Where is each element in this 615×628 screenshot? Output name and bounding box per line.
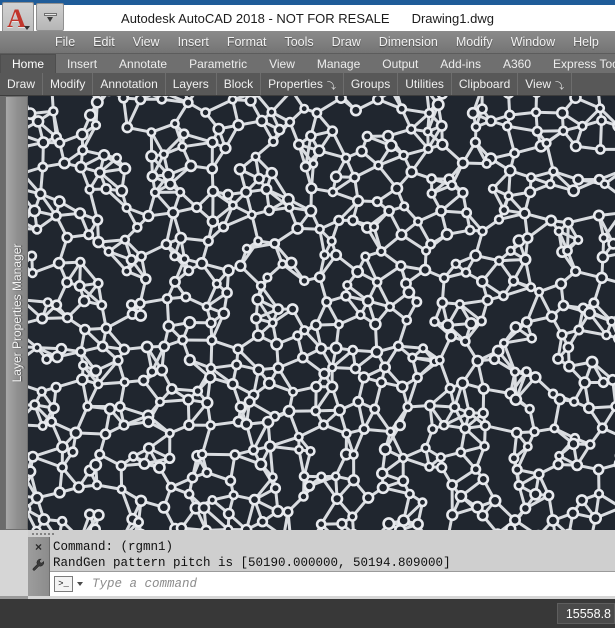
panel-draw[interactable]: Draw bbox=[0, 73, 44, 95]
panel-label: Modify bbox=[50, 77, 86, 91]
panel-label: Block bbox=[223, 77, 254, 91]
autocad-window: Autodesk AutoCAD 2018 - NOT FOR RESALE D… bbox=[0, 0, 615, 628]
ribbon-panel-strip: Draw Modify Annotation Layers Block Prop… bbox=[0, 73, 615, 96]
panel-label: Annotation bbox=[100, 77, 158, 91]
panel-view[interactable]: View ⤵ bbox=[518, 73, 573, 95]
tab-add-ins[interactable]: Add-ins bbox=[429, 54, 492, 73]
tab-manage[interactable]: Manage bbox=[306, 54, 371, 73]
panel-label: Draw bbox=[7, 77, 36, 91]
panel-expand-arrow-icon[interactable]: ⤵ bbox=[327, 79, 336, 92]
panel-clipboard[interactable]: Clipboard bbox=[452, 73, 519, 95]
tab-express-tools[interactable]: Express Tools bbox=[542, 54, 615, 73]
command-window-gutter: × bbox=[28, 537, 50, 596]
panel-utilities[interactable]: Utilities bbox=[398, 73, 452, 95]
tab-insert[interactable]: Insert bbox=[56, 54, 108, 73]
randgen-pattern-graphic bbox=[28, 96, 615, 530]
tab-home[interactable]: Home bbox=[0, 54, 57, 73]
command-history: Command: (rgmn1) RandGen pattern pitch i… bbox=[50, 537, 615, 571]
quick-access-toolbar-dropdown-button[interactable] bbox=[36, 3, 64, 31]
panel-label: View bbox=[525, 77, 552, 91]
chevron-down-icon bbox=[24, 26, 30, 30]
tab-view[interactable]: View bbox=[258, 54, 306, 73]
wrench-icon[interactable] bbox=[32, 558, 45, 572]
panel-layers[interactable]: Layers bbox=[166, 73, 217, 95]
panel-label: Properties bbox=[268, 77, 323, 91]
panel-properties[interactable]: Properties ⤵ bbox=[261, 73, 344, 95]
status-bar bbox=[0, 599, 615, 628]
command-history-line: RandGen pattern pitch is [50190.000000, … bbox=[53, 556, 451, 570]
panel-block[interactable]: Block bbox=[217, 73, 262, 95]
chevron-down-icon bbox=[43, 12, 57, 22]
menu-item-dimension[interactable]: Dimension bbox=[370, 33, 447, 51]
menu-item-draw[interactable]: Draw bbox=[323, 33, 370, 51]
console-prompt-icon[interactable]: >_ bbox=[54, 576, 73, 592]
ribbon-tab-strip: Home Insert Annotate Parametric View Man… bbox=[0, 54, 615, 73]
menu-bar: File Edit View Insert Format Tools Draw … bbox=[0, 31, 615, 54]
menu-item-help[interactable]: Help bbox=[564, 33, 608, 51]
panel-label: Layers bbox=[172, 77, 209, 91]
panel-expand-arrow-icon[interactable]: ⤵ bbox=[555, 79, 564, 92]
panel-label: Utilities bbox=[405, 77, 444, 91]
command-input-row[interactable]: >_ Type a command bbox=[50, 571, 615, 596]
panel-modify[interactable]: Modify bbox=[43, 73, 94, 95]
tab-output[interactable]: Output bbox=[371, 54, 429, 73]
coordinate-readout[interactable]: 15558.8 bbox=[557, 603, 615, 624]
menu-item-tools[interactable]: Tools bbox=[275, 33, 322, 51]
menu-item-express[interactable]: Ex bbox=[608, 33, 615, 51]
menu-item-edit[interactable]: Edit bbox=[84, 33, 124, 51]
command-history-line: Command: (rgmn1) bbox=[53, 540, 174, 554]
chevron-down-icon[interactable] bbox=[77, 582, 83, 586]
menu-item-file[interactable]: File bbox=[46, 33, 84, 51]
title-bar bbox=[0, 5, 615, 31]
palette-title: Layer Properties Manager bbox=[9, 243, 24, 383]
menu-item-window[interactable]: Window bbox=[502, 33, 564, 51]
menu-item-view[interactable]: View bbox=[124, 33, 169, 51]
tab-annotate[interactable]: Annotate bbox=[108, 54, 178, 73]
panel-label: Clipboard bbox=[458, 77, 511, 91]
menu-item-insert[interactable]: Insert bbox=[169, 33, 218, 51]
command-input[interactable]: Type a command bbox=[92, 577, 197, 591]
close-icon[interactable]: × bbox=[35, 541, 42, 553]
drawing-canvas[interactable] bbox=[28, 96, 615, 530]
menu-item-modify[interactable]: Modify bbox=[447, 33, 502, 51]
tab-a360[interactable]: A360 bbox=[492, 54, 542, 73]
tab-parametric[interactable]: Parametric bbox=[178, 54, 258, 73]
panel-annotation[interactable]: Annotation bbox=[93, 73, 166, 95]
menu-item-format[interactable]: Format bbox=[218, 33, 276, 51]
panel-label: Groups bbox=[350, 77, 391, 91]
layer-properties-manager-palette[interactable]: Layer Properties Manager bbox=[5, 96, 28, 530]
panel-groups[interactable]: Groups bbox=[344, 73, 399, 95]
